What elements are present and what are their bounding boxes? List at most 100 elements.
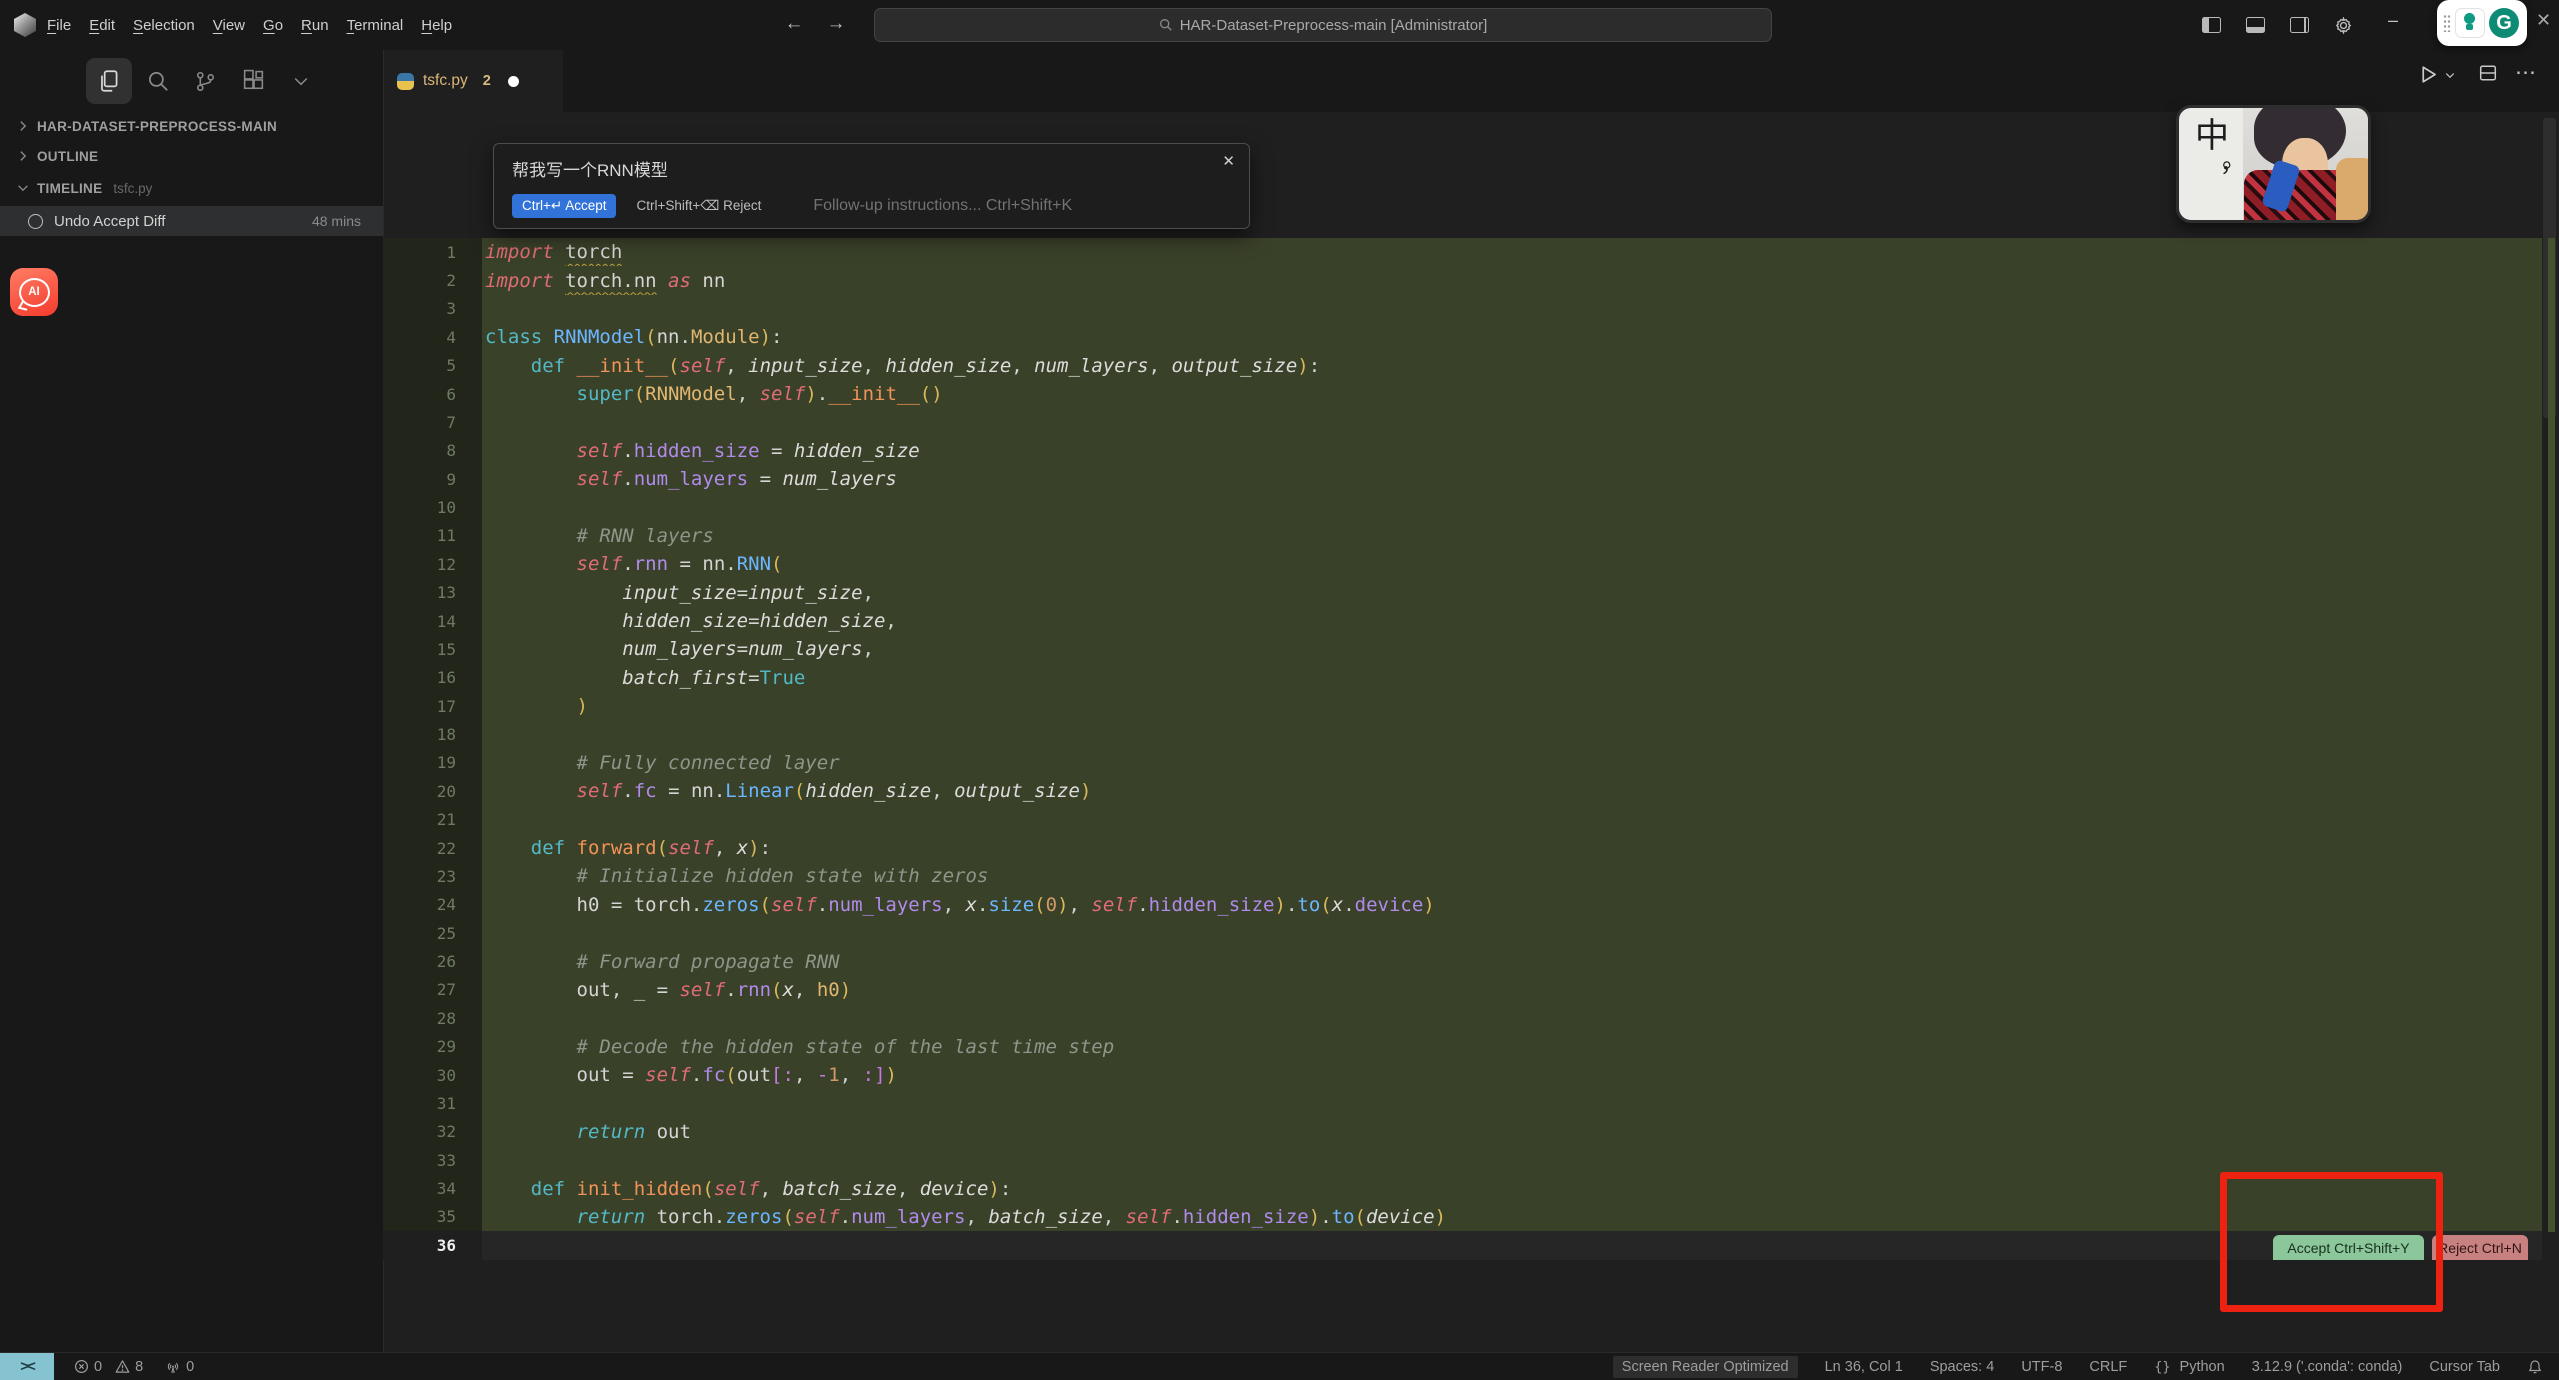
problems-indicator[interactable]: 0 8 xyxy=(74,1359,143,1375)
line-content[interactable]: return out xyxy=(482,1118,2542,1146)
line-content[interactable] xyxy=(482,806,2542,834)
code-line-36[interactable]: 36 xyxy=(383,1231,2542,1259)
unsaved-dot-icon[interactable] xyxy=(508,76,519,87)
line-number[interactable]: 18 xyxy=(383,720,482,748)
code-line-15[interactable]: 15 num_layers=num_layers, xyxy=(383,635,2542,663)
code-line-34[interactable]: 34 def init_hidden(self, batch_size, dev… xyxy=(383,1174,2542,1202)
line-number[interactable]: 12 xyxy=(383,550,482,578)
code-line-20[interactable]: 20 self.fc = nn.Linear(hidden_size, outp… xyxy=(383,777,2542,805)
line-content[interactable] xyxy=(482,720,2542,748)
line-number[interactable]: 23 xyxy=(383,862,482,890)
line-content[interactable]: input_size=input_size, xyxy=(482,579,2542,607)
line-content[interactable] xyxy=(482,493,2542,521)
line-number[interactable]: 11 xyxy=(383,522,482,550)
inline-chat-followup-placeholder[interactable]: Follow-up instructions... Ctrl+Shift+K xyxy=(813,197,1072,215)
more-actions-button[interactable]: ⋯ xyxy=(2515,60,2536,85)
code-line-26[interactable]: 26 # Forward propagate RNN xyxy=(383,947,2542,975)
line-number[interactable]: 35 xyxy=(383,1203,482,1231)
code-line-24[interactable]: 24 h0 = torch.zeros(self.num_layers, x.s… xyxy=(383,891,2542,919)
line-number[interactable]: 13 xyxy=(383,579,482,607)
line-content[interactable] xyxy=(482,1146,2542,1174)
line-content[interactable] xyxy=(482,295,2542,323)
line-number[interactable]: 1 xyxy=(383,238,482,266)
code-line-5[interactable]: 5 def __init__(self, input_size, hidden_… xyxy=(383,352,2542,380)
line-content[interactable] xyxy=(482,1004,2542,1032)
toggle-secondary-sidebar-icon[interactable] xyxy=(2288,14,2310,36)
diff-reject-button[interactable]: Reject Ctrl+N xyxy=(2432,1235,2528,1260)
line-number[interactable]: 15 xyxy=(383,635,482,663)
line-number[interactable]: 28 xyxy=(383,1004,482,1032)
drag-grip-icon[interactable] xyxy=(2443,14,2451,32)
code-line-22[interactable]: 22 def forward(self, x): xyxy=(383,834,2542,862)
line-number[interactable]: 6 xyxy=(383,380,482,408)
remote-indicator-button[interactable]: >< xyxy=(0,1353,54,1380)
status-ln-36-col-1[interactable]: Ln 36, Col 1 xyxy=(1825,1359,1903,1375)
code-line-32[interactable]: 32 return out xyxy=(383,1118,2542,1146)
line-number[interactable]: 20 xyxy=(383,777,482,805)
menu-view[interactable]: View xyxy=(204,12,254,39)
toggle-panel-icon[interactable] xyxy=(2244,14,2266,36)
files-icon[interactable] xyxy=(86,58,132,104)
code-line-7[interactable]: 7 xyxy=(383,408,2542,436)
code-line-11[interactable]: 11 # RNN layers xyxy=(383,522,2542,550)
code-line-3[interactable]: 3 xyxy=(383,295,2542,323)
line-number[interactable]: 22 xyxy=(383,834,482,862)
menu-edit[interactable]: Edit xyxy=(80,12,124,39)
menu-file[interactable]: File xyxy=(38,12,80,39)
line-number[interactable]: 25 xyxy=(383,919,482,947)
code-line-18[interactable]: 18 xyxy=(383,720,2542,748)
toggle-primary-sidebar-icon[interactable] xyxy=(2200,14,2222,36)
line-content[interactable]: def __init__(self, input_size, hidden_si… xyxy=(482,352,2542,380)
lamp-app-icon[interactable] xyxy=(2455,8,2485,38)
line-number[interactable]: 31 xyxy=(383,1089,482,1117)
line-content[interactable]: # Decode the hidden state of the last ti… xyxy=(482,1033,2542,1061)
line-content[interactable]: ) xyxy=(482,692,2542,720)
status-cursor-tab[interactable]: Cursor Tab xyxy=(2429,1359,2500,1375)
line-number[interactable]: 30 xyxy=(383,1061,482,1089)
floating-helper-widget[interactable]: G xyxy=(2437,0,2527,46)
code-line-25[interactable]: 25 xyxy=(383,919,2542,947)
line-number[interactable]: 32 xyxy=(383,1118,482,1146)
line-number[interactable]: 3 xyxy=(383,295,482,323)
code-line-8[interactable]: 8 self.hidden_size = hidden_size xyxy=(383,437,2542,465)
run-python-button[interactable] xyxy=(2418,64,2439,85)
code-line-17[interactable]: 17 ) xyxy=(383,692,2542,720)
notifications-bell-icon[interactable] xyxy=(2527,1359,2543,1375)
line-content[interactable]: import torch.nn as nn xyxy=(482,266,2542,294)
line-content[interactable]: out, _ = self.rnn(x, h0) xyxy=(482,976,2542,1004)
menu-run[interactable]: Run xyxy=(292,12,338,39)
status-utf-8[interactable]: UTF-8 xyxy=(2021,1359,2062,1375)
code-line-29[interactable]: 29 # Decode the hidden state of the last… xyxy=(383,1033,2542,1061)
tab-tsfc-py[interactable]: tsfc.py 2 xyxy=(383,50,563,112)
status-3-12-9-conda-conda[interactable]: 3.12.9 ('.conda': conda) xyxy=(2252,1359,2403,1375)
code-line-19[interactable]: 19 # Fully connected layer xyxy=(383,749,2542,777)
chevron-down-icon[interactable] xyxy=(278,58,324,104)
line-content[interactable] xyxy=(482,1089,2542,1117)
code-line-30[interactable]: 30 out = self.fc(out[:, -1, :]) xyxy=(383,1061,2542,1089)
line-number[interactable]: 27 xyxy=(383,976,482,1004)
line-content[interactable]: import torch xyxy=(482,238,2542,266)
code-line-23[interactable]: 23 # Initialize hidden state with zeros xyxy=(383,862,2542,890)
code-line-35[interactable]: 35 return torch.zeros(self.num_layers, b… xyxy=(383,1203,2542,1231)
code-line-28[interactable]: 28 xyxy=(383,1004,2542,1032)
line-number[interactable]: 24 xyxy=(383,891,482,919)
code-line-1[interactable]: 1import torch xyxy=(383,238,2542,266)
sidebar-section-timeline[interactable]: TIMELINEtsfc.py xyxy=(0,174,383,202)
line-number[interactable]: 14 xyxy=(383,607,482,635)
line-number[interactable]: 26 xyxy=(383,947,482,975)
line-number[interactable]: 16 xyxy=(383,664,482,692)
line-content[interactable]: self.num_layers = num_layers xyxy=(482,465,2542,493)
close-window-button[interactable]: ✕ xyxy=(2536,10,2551,31)
timeline-entry-undo-accept-diff[interactable]: Undo Accept Diff 48 mins xyxy=(0,206,383,236)
code-line-31[interactable]: 31 xyxy=(383,1089,2542,1117)
line-number[interactable]: 33 xyxy=(383,1146,482,1174)
ai-assistant-floating-button[interactable]: AI xyxy=(10,268,58,316)
code-line-4[interactable]: 4class RNNModel(nn.Module): xyxy=(383,323,2542,351)
line-number[interactable]: 5 xyxy=(383,352,482,380)
split-editor-button[interactable] xyxy=(2478,64,2498,82)
status-spaces-4[interactable]: Spaces: 4 xyxy=(1930,1359,1995,1375)
back-arrow-icon[interactable]: ← xyxy=(781,13,807,35)
line-number[interactable]: 19 xyxy=(383,749,482,777)
line-content[interactable]: self.rnn = nn.RNN( xyxy=(482,550,2542,578)
line-content[interactable] xyxy=(482,919,2542,947)
